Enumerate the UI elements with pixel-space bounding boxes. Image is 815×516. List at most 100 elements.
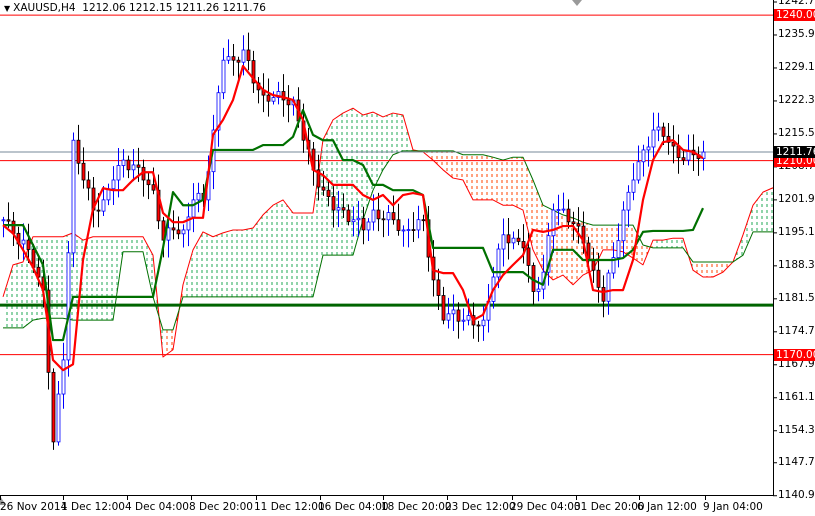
candle-bearish (516, 237, 521, 242)
triangle-down-icon[interactable]: ▼ (4, 4, 10, 13)
price-tick-label: 1222.30 (778, 93, 815, 106)
candle-bullish (446, 313, 451, 321)
cloud-segment-bearish (463, 154, 473, 200)
candle-bearish (326, 189, 331, 198)
candle-bearish (506, 234, 511, 244)
time-tick-label: 4 Dec 04:00 (125, 501, 189, 513)
candle-bearish (136, 164, 141, 168)
candle-bearish (576, 223, 581, 227)
candle-bearish (346, 209, 351, 223)
candle-bearish (331, 196, 336, 211)
candle-bearish (521, 241, 526, 249)
candle-bullish (116, 165, 121, 181)
price-tick-label: 1154.30 (778, 423, 815, 436)
candle-bearish (266, 94, 271, 102)
chart-title: ▼ XAUUSD,H4 1212.06 1212.15 1211.26 1211.… (4, 2, 266, 14)
candle-bearish (26, 239, 31, 250)
candle-bullish (511, 237, 516, 244)
price-tick-label: 1181.50 (778, 291, 815, 304)
candle-bullish (101, 199, 106, 212)
candle-bullish (556, 209, 561, 211)
price-chart[interactable] (0, 0, 815, 516)
candle-bullish (551, 209, 556, 237)
candle-bullish (606, 272, 611, 302)
cloud-segment-bullish (103, 236, 113, 321)
candle-bearish (566, 208, 571, 223)
candle-bearish (81, 162, 86, 181)
cloud-segment-bullish (133, 236, 143, 252)
candle-bullish (336, 207, 341, 211)
candle-bearish (571, 221, 576, 225)
candle-bullish (406, 229, 411, 231)
candle-bullish (196, 192, 201, 201)
price-tick-label: 1215.50 (778, 126, 815, 139)
candle-bullish (466, 315, 471, 321)
candle-bearish (391, 212, 396, 221)
candle-bearish (341, 207, 346, 211)
candle-bearish (6, 219, 11, 222)
candle-bearish (526, 247, 531, 266)
candle-bearish (376, 209, 381, 220)
candle-bullish (366, 221, 371, 231)
candle-bearish (321, 186, 326, 191)
candle-bearish (171, 227, 176, 231)
candle-bearish (361, 217, 366, 231)
candle-bearish (596, 269, 601, 288)
candle-bearish (286, 99, 291, 106)
time-tick-label: 9 Jan 04:00 (703, 501, 763, 513)
cloud-segment-bullish (203, 231, 213, 297)
time-tick-label: 26 Nov 2014 (0, 501, 68, 513)
price-tick-label: 1229.10 (778, 60, 815, 73)
candle-bullish (616, 240, 621, 258)
cloud-segment-bearish (473, 154, 483, 200)
level-price-tag: 1240.00 (774, 9, 815, 22)
candle-bearish (246, 49, 251, 61)
price-tick-label: 1235.90 (778, 27, 815, 40)
cloud-segment-bullish (383, 113, 393, 170)
chart-shift-marker-icon[interactable] (572, 0, 582, 6)
candle-bearish (601, 286, 606, 302)
candle-bullish (416, 219, 421, 231)
cloud-segment-bearish (703, 261, 713, 277)
price-tick-label: 1195.10 (778, 225, 815, 238)
cloud-segment-bullish (223, 229, 233, 297)
candle-bearish (281, 91, 286, 101)
cloud-segment-bearish (483, 154, 493, 200)
time-tick-label: 8 Dec 20:00 (189, 501, 253, 513)
candle-bullish (646, 146, 651, 151)
candle-bullish (121, 159, 126, 166)
cloud-segment-bearish (503, 157, 513, 206)
candle-bullish (561, 208, 566, 211)
candle-bullish (651, 129, 656, 148)
candle-bullish (61, 359, 66, 395)
time-tick-label: 31 Dec 20:00 (574, 501, 645, 513)
candle-bearish (476, 324, 481, 327)
candle-bearish (51, 371, 56, 443)
candle-bullish (21, 239, 26, 245)
cloud-segment-bullish (283, 199, 293, 297)
candle-bullish (371, 209, 376, 223)
price-tick-label: 1147.70 (778, 455, 815, 468)
cloud-segment-bearish (693, 261, 703, 277)
candle-bullish (631, 179, 636, 193)
candle-bullish (191, 199, 196, 218)
candle-bullish (356, 217, 361, 221)
candle-bearish (661, 126, 666, 137)
time-tick-label: 11 Dec 12:00 (254, 501, 325, 513)
candle-bearish (236, 59, 241, 63)
current-price-tag: 1211.76 (774, 146, 815, 159)
candle-bullish (636, 161, 641, 181)
price-tick-label: 1140.90 (778, 488, 815, 501)
price-tick-label: 1174.70 (778, 324, 815, 337)
candle-bullish (226, 56, 231, 61)
candle-bullish (351, 219, 356, 223)
cloud-segment-bullish (263, 205, 273, 297)
cloud-segment-bearish (603, 225, 613, 250)
cloud-segment-bullish (673, 238, 683, 248)
candle-bearish (146, 179, 151, 186)
cloud-segment-bullish (13, 261, 23, 328)
cloud-segment-bearish (493, 157, 503, 206)
candle-bullish (166, 227, 171, 241)
candle-bullish (536, 288, 541, 292)
candle-bullish (1, 219, 6, 222)
